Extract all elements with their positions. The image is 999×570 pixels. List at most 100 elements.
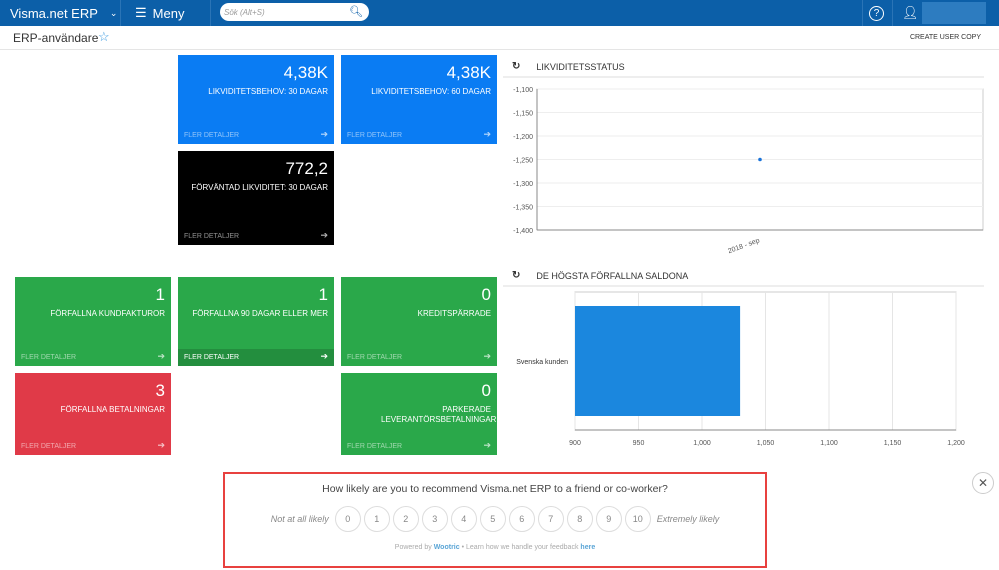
low-label: Not at all likely: [270, 514, 329, 524]
refresh-icon[interactable]: ↻: [512, 270, 520, 281]
refresh-icon[interactable]: ↻: [512, 61, 520, 72]
y-tick-label: -1,200: [513, 134, 533, 141]
arrow-right-icon: ➔: [157, 440, 165, 450]
user-icon[interactable]: 👤︎: [902, 0, 919, 26]
hamburger-icon: ☰: [135, 5, 147, 20]
tile-value: 0: [481, 285, 491, 304]
tile-value: 3: [155, 381, 165, 400]
page-title: ERP-användare: [13, 31, 99, 45]
user-name-redacted: [922, 2, 986, 24]
y-tick-label: -1,150: [513, 111, 533, 118]
here-link[interactable]: here: [580, 544, 595, 551]
chevron-down-icon: ⌄: [109, 7, 118, 18]
tile-likviditetsbehov-60[interactable]: 4,38K LIKVIDITETSBEHOV: 60 DAGAR FLER DETA…: [341, 55, 497, 144]
x-tick-label: 950: [633, 440, 645, 447]
score-3-button[interactable]: 3: [421, 506, 448, 532]
y-tick-label: -1,250: [513, 158, 533, 165]
tile-label: FÖRFALLNA BETALNINGAR: [60, 405, 165, 414]
score-5-button[interactable]: 5: [479, 506, 506, 532]
bar: [575, 306, 741, 416]
tile-likviditetsbehov-30[interactable]: 4,38K LIKVIDITETSBEHOV: 30 DAGAR FLER DETA…: [178, 55, 334, 144]
arrow-right-icon: ➔: [320, 129, 328, 139]
powered-text: Powered by: [394, 544, 432, 551]
overdue-balances-chart: 900 950 1,000 1,050 1,100 1,150 1,200 Svenska k…: [516, 291, 965, 447]
tile-forfallna-90[interactable]: 1 FÖRFALLNA 90 DAGAR ELLER MER FLER DETALJ…: [178, 277, 334, 366]
more-details-link[interactable]: FLER DETALJER: [184, 354, 239, 361]
app-name: Visma.net ERP: [10, 5, 98, 21]
tile-value: 1: [155, 285, 165, 304]
survey-question: How likely are you to recommend Visma.ne…: [322, 483, 668, 495]
data-point: [758, 157, 762, 162]
tile-label: FÖRFALLNA KUNDFAKTUROR: [50, 309, 165, 318]
favorite-star-icon[interactable]: ☆: [98, 29, 110, 45]
search-input[interactable]: Sök (Alt+S) 🔍︎: [220, 3, 369, 21]
chart2-title: DE HÖGSTA FÖRFALLNA SALDONA: [536, 270, 689, 281]
tile-kreditsparrade[interactable]: 0 KREDITSPÄRRADE FLER DETALJER ➔: [341, 277, 497, 366]
tile-value: 772,2: [285, 159, 328, 178]
tile-value: 1: [318, 285, 328, 304]
y-tick-label: -1,300: [513, 181, 533, 188]
chart2-header: ↻ DE HÖGSTA FÖRFALLNA SALDONA: [512, 270, 688, 281]
score-9-button[interactable]: 9: [595, 506, 622, 532]
page-header: ERP-användare ☆ CREATE USER COPY: [0, 26, 999, 50]
score-7-button[interactable]: 7: [537, 506, 564, 532]
menu-label: Meny: [152, 5, 185, 21]
x-tick-label: 900: [569, 440, 581, 447]
arrow-right-icon: ➔: [483, 440, 491, 450]
score-8-button[interactable]: 8: [566, 506, 593, 532]
tile-label: LIKVIDITETSBEHOV: 30 DAGAR: [208, 87, 328, 96]
chart1-title: LIKVIDITETSSTATUS: [536, 61, 625, 72]
wootric-link[interactable]: Wootric: [434, 544, 460, 551]
tile-label: FÖRVÄNTAD LIKVIDITET: 30 DAGAR: [191, 183, 328, 192]
x-tick-label: 1,000: [693, 440, 711, 447]
more-details-link[interactable]: FLER DETALJER: [347, 443, 402, 450]
y-tick-label: -1,350: [513, 205, 533, 212]
more-details-link[interactable]: FLER DETALJER: [21, 443, 76, 450]
tile-label: LIKVIDITETSBEHOV: 60 DAGAR: [371, 87, 491, 96]
score-2-button[interactable]: 2: [392, 506, 419, 532]
search-placeholder: Sök (Alt+S): [224, 7, 265, 17]
score-10-button[interactable]: 10: [624, 506, 651, 532]
tile-label: KREDITSPÄRRADE: [417, 309, 491, 318]
x-tick-label: 1,200: [947, 440, 965, 447]
y-tick-label: -1,100: [513, 87, 533, 94]
create-user-copy-button[interactable]: CREATE USER COPY: [910, 34, 981, 41]
x-tick-label: 2018 - sep: [727, 237, 761, 255]
more-details-link[interactable]: FLER DETALJER: [347, 132, 402, 139]
powered-by: Powered by Wootric • Learn how we handle…: [225, 544, 765, 551]
nps-survey: How likely are you to recommend Visma.ne…: [223, 472, 767, 568]
tile-forvantad-likviditet[interactable]: 772,2 FÖRVÄNTAD LIKVIDITET: 30 DAGAR FLER …: [178, 151, 334, 245]
close-icon: ✕: [977, 476, 989, 490]
search-icon[interactable]: 🔍︎: [349, 5, 363, 18]
more-details-link[interactable]: FLER DETALJER: [184, 233, 239, 240]
tile-label: FÖRFALLNA 90 DAGAR ELLER MER: [192, 309, 328, 318]
menu-button[interactable]: ☰ Meny: [135, 0, 184, 26]
score-0-button[interactable]: 0: [334, 506, 361, 532]
help-icon[interactable]: ?: [869, 0, 884, 26]
arrow-right-icon: ➔: [483, 351, 491, 361]
x-tick-label: 1,100: [820, 440, 838, 447]
arrow-right-icon: ➔: [157, 351, 165, 361]
high-label: Extremely likely: [656, 514, 720, 524]
arrow-right-icon: ➔: [320, 230, 328, 240]
tile-label: PARKERADE LEVERANTÖRSBETALNINGAR: [381, 405, 497, 424]
y-category-label: Svenska kunden: [516, 359, 568, 366]
top-bar: Visma.net ERP ⌄ ☰ Meny Sök (Alt+S) 🔍︎ ? 👤︎: [0, 0, 999, 26]
app-switcher[interactable]: Visma.net ERP ⌄: [10, 0, 117, 26]
score-4-button[interactable]: 4: [450, 506, 477, 532]
arrow-right-icon: ➔: [320, 351, 328, 361]
liquidity-status-chart: -1,100 -1,150 -1,200 -1,250 -1,300 -1,350 -1,4…: [513, 87, 984, 255]
more-details-link[interactable]: FLER DETALJER: [184, 132, 239, 139]
score-1-button[interactable]: 1: [363, 506, 390, 532]
close-survey-button[interactable]: ✕: [972, 472, 994, 494]
y-tick-label: -1,400: [513, 228, 533, 235]
arrow-right-icon: ➔: [483, 129, 491, 139]
more-details-link[interactable]: FLER DETALJER: [347, 354, 402, 361]
more-details-link[interactable]: FLER DETALJER: [21, 354, 76, 361]
x-tick-label: 1,050: [757, 440, 775, 447]
tile-parkerade-leverantorsbetalningar[interactable]: 0 PARKERADE LEVERANTÖRSBETALNINGAR FLER DE…: [341, 373, 497, 455]
x-tick-label: 1,150: [884, 440, 902, 447]
tile-forfallna-kundfakturor[interactable]: 1 FÖRFALLNA KUNDFAKTUROR FLER DETALJER ➔: [15, 277, 171, 366]
score-6-button[interactable]: 6: [508, 506, 535, 532]
tile-forfallna-betalningar[interactable]: 3 FÖRFALLNA BETALNINGAR FLER DETALJER ➔: [15, 373, 171, 455]
